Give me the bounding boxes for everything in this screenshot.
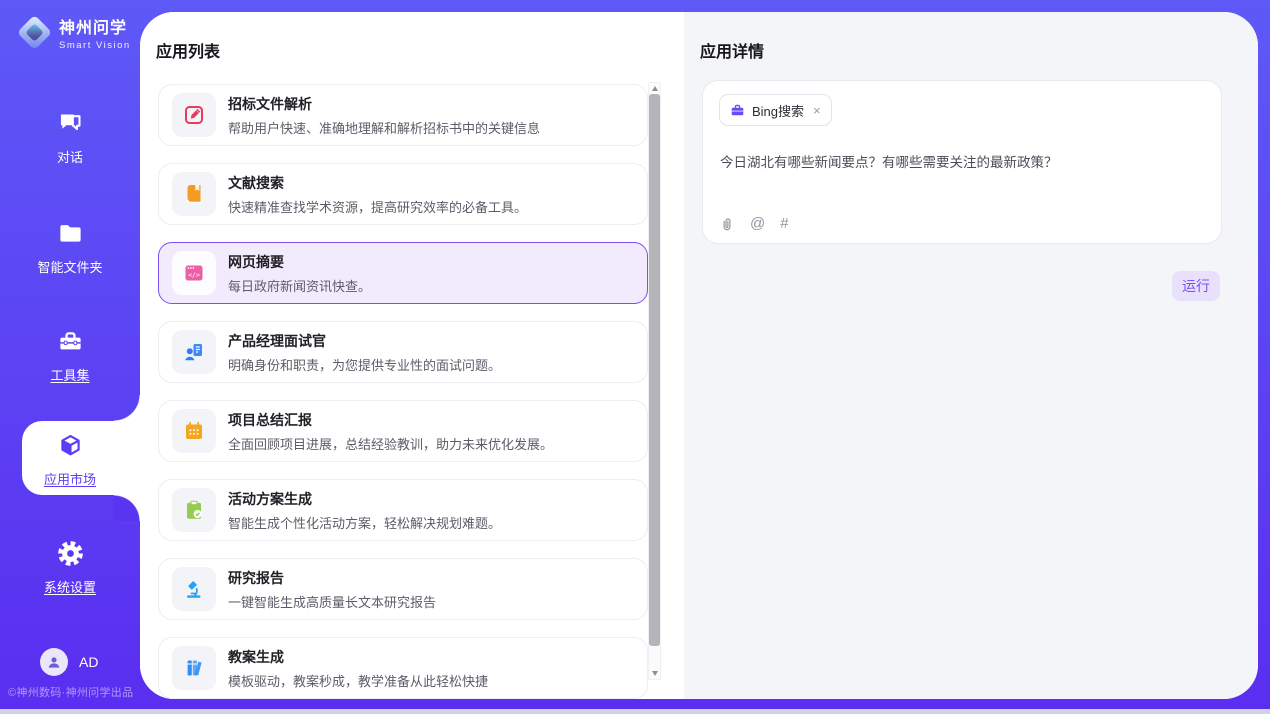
app-detail-card: Bing搜索 × 今日湖北有哪些新闻要点？有哪些需要关注的最新政策？ @ # <box>702 80 1222 244</box>
svg-text:</>: </> <box>188 271 200 279</box>
sidebar-item-label: 工具集 <box>0 365 140 384</box>
app-item-title: 活动方案生成 <box>228 489 501 509</box>
app-detail-panel: 应用详情 Bing搜索 × 今日湖北有哪些新闻要点？有哪些需要关注的最新政策？ <box>684 12 1258 699</box>
app-list-item-pm-interviewer[interactable]: 产品经理面试官 明确身份和职责，为您提供专业性的面试问题。 <box>158 321 648 383</box>
app-list: 招标文件解析 帮助用户快速、准确地理解和解析招标书中的关键信息 文献搜索 快速精… <box>158 84 648 699</box>
briefcase-icon <box>730 103 745 118</box>
copyright-footer: ©神州数码·神州问学出品 <box>8 684 142 700</box>
close-icon[interactable]: × <box>813 103 821 118</box>
webpage-code-icon: </> <box>172 251 216 295</box>
report-calendar-icon <box>172 409 216 453</box>
cube-icon <box>57 432 84 459</box>
sidebar-item-label: 智能文件夹 <box>0 257 140 276</box>
app-item-desc: 快速精准查找学术资源，提高研究效率的必备工具。 <box>228 197 527 216</box>
sidebar: 神州问学 Smart Vision 对话 智能文件夹 <box>0 0 140 714</box>
sidebar-item-system-settings[interactable]: 系统设置 <box>0 540 140 596</box>
mention-icon[interactable]: @ <box>750 215 765 232</box>
clipboard-check-icon <box>172 488 216 532</box>
run-button[interactable]: 运行 <box>1172 271 1220 301</box>
user-avatar-icon <box>40 648 68 676</box>
app-list-item-webpage-summary[interactable]: </> 网页摘要 每日政府新闻资讯快查。 <box>158 242 648 304</box>
gear-icon <box>57 540 84 567</box>
sidebar-item-app-market[interactable]: 应用市场 <box>0 432 140 488</box>
logo-diamond-icon <box>17 15 52 50</box>
list-scrollbar[interactable] <box>648 82 661 680</box>
folder-icon <box>57 220 84 247</box>
hash-icon[interactable]: # <box>780 215 788 232</box>
scroll-down-icon[interactable] <box>652 671 658 676</box>
app-list-item-research-report[interactable]: 研究报告 一键智能生成高质量长文本研究报告 <box>158 558 648 620</box>
app-detail-title: 应用详情 <box>700 38 764 62</box>
active-tab-curve-bottom <box>114 495 140 521</box>
active-tab-curve-top <box>114 395 140 421</box>
books-icon <box>172 646 216 690</box>
app-item-desc: 明确身份和职责，为您提供专业性的面试问题。 <box>228 355 501 374</box>
document-edit-icon <box>172 93 216 137</box>
app-list-item-activity-plan[interactable]: 活动方案生成 智能生成个性化活动方案，轻松解决规划难题。 <box>158 479 648 541</box>
toolbox-icon <box>57 328 84 355</box>
logo-title: 神州问学 <box>59 14 131 38</box>
app-item-title: 招标文件解析 <box>228 94 540 114</box>
app-list-panel: 应用列表 招标文件解析 帮助用户快速、准确地理解和解析招标书中的关键信息 <box>140 12 684 699</box>
user-initials: AD <box>79 654 98 670</box>
app-list-item-project-summary[interactable]: 项目总结汇报 全面回顾项目进展，总结经验教训，助力未来优化发展。 <box>158 400 648 462</box>
sidebar-item-toolset[interactable]: 工具集 <box>0 328 140 384</box>
app-item-desc: 模板驱动，教案秒成，教学准备从此轻松快捷 <box>228 671 488 690</box>
app-list-item-literature-search[interactable]: 文献搜索 快速精准查找学术资源，提高研究效率的必备工具。 <box>158 163 648 225</box>
app-item-desc: 一键智能生成高质量长文本研究报告 <box>228 592 436 611</box>
bottom-edge-strip <box>0 709 1270 714</box>
attachment-toolbar: @ # <box>719 215 789 232</box>
app-logo: 神州问学 Smart Vision <box>16 14 131 51</box>
tool-tag-label: Bing搜索 <box>752 101 804 120</box>
book-icon <box>172 172 216 216</box>
app-item-desc: 全面回顾项目进展，总结经验教训，助力未来优化发展。 <box>228 434 553 453</box>
app-item-title: 文献搜索 <box>228 173 527 193</box>
app-item-desc: 帮助用户快速、准确地理解和解析招标书中的关键信息 <box>228 118 540 137</box>
app-item-title: 产品经理面试官 <box>228 331 501 351</box>
sidebar-item-chat[interactable]: 对话 <box>0 110 140 166</box>
logo-subtitle: Smart Vision <box>59 40 131 51</box>
app-item-title: 项目总结汇报 <box>228 410 553 430</box>
app-list-item-bid-parse[interactable]: 招标文件解析 帮助用户快速、准确地理解和解析招标书中的关键信息 <box>158 84 648 146</box>
app-list-item-lesson-plan[interactable]: 教案生成 模板驱动，教案秒成，教学准备从此轻松快捷 <box>158 637 648 699</box>
interviewer-icon <box>172 330 216 374</box>
app-list-title: 应用列表 <box>156 38 220 62</box>
sidebar-item-label: 系统设置 <box>0 577 140 596</box>
app-item-title: 研究报告 <box>228 568 436 588</box>
user-account[interactable]: AD <box>40 648 98 676</box>
chat-icon <box>57 110 84 137</box>
app-item-desc: 每日政府新闻资讯快查。 <box>228 276 371 295</box>
app-item-title: 网页摘要 <box>228 252 371 272</box>
scrollbar-thumb[interactable] <box>649 94 660 646</box>
sidebar-item-label: 应用市场 <box>0 469 140 488</box>
sidebar-item-smart-folder[interactable]: 智能文件夹 <box>0 220 140 276</box>
tool-tag-bing-search[interactable]: Bing搜索 × <box>719 94 832 126</box>
microscope-icon <box>172 567 216 611</box>
paperclip-icon[interactable] <box>719 216 735 232</box>
app-item-title: 教案生成 <box>228 647 488 667</box>
app-item-desc: 智能生成个性化活动方案，轻松解决规划难题。 <box>228 513 501 532</box>
sidebar-item-label: 对话 <box>0 147 140 166</box>
query-text-input[interactable]: 今日湖北有哪些新闻要点？有哪些需要关注的最新政策？ <box>720 151 1206 171</box>
main-container: 应用列表 招标文件解析 帮助用户快速、准确地理解和解析招标书中的关键信息 <box>140 12 1258 699</box>
scroll-up-icon[interactable] <box>652 86 658 91</box>
